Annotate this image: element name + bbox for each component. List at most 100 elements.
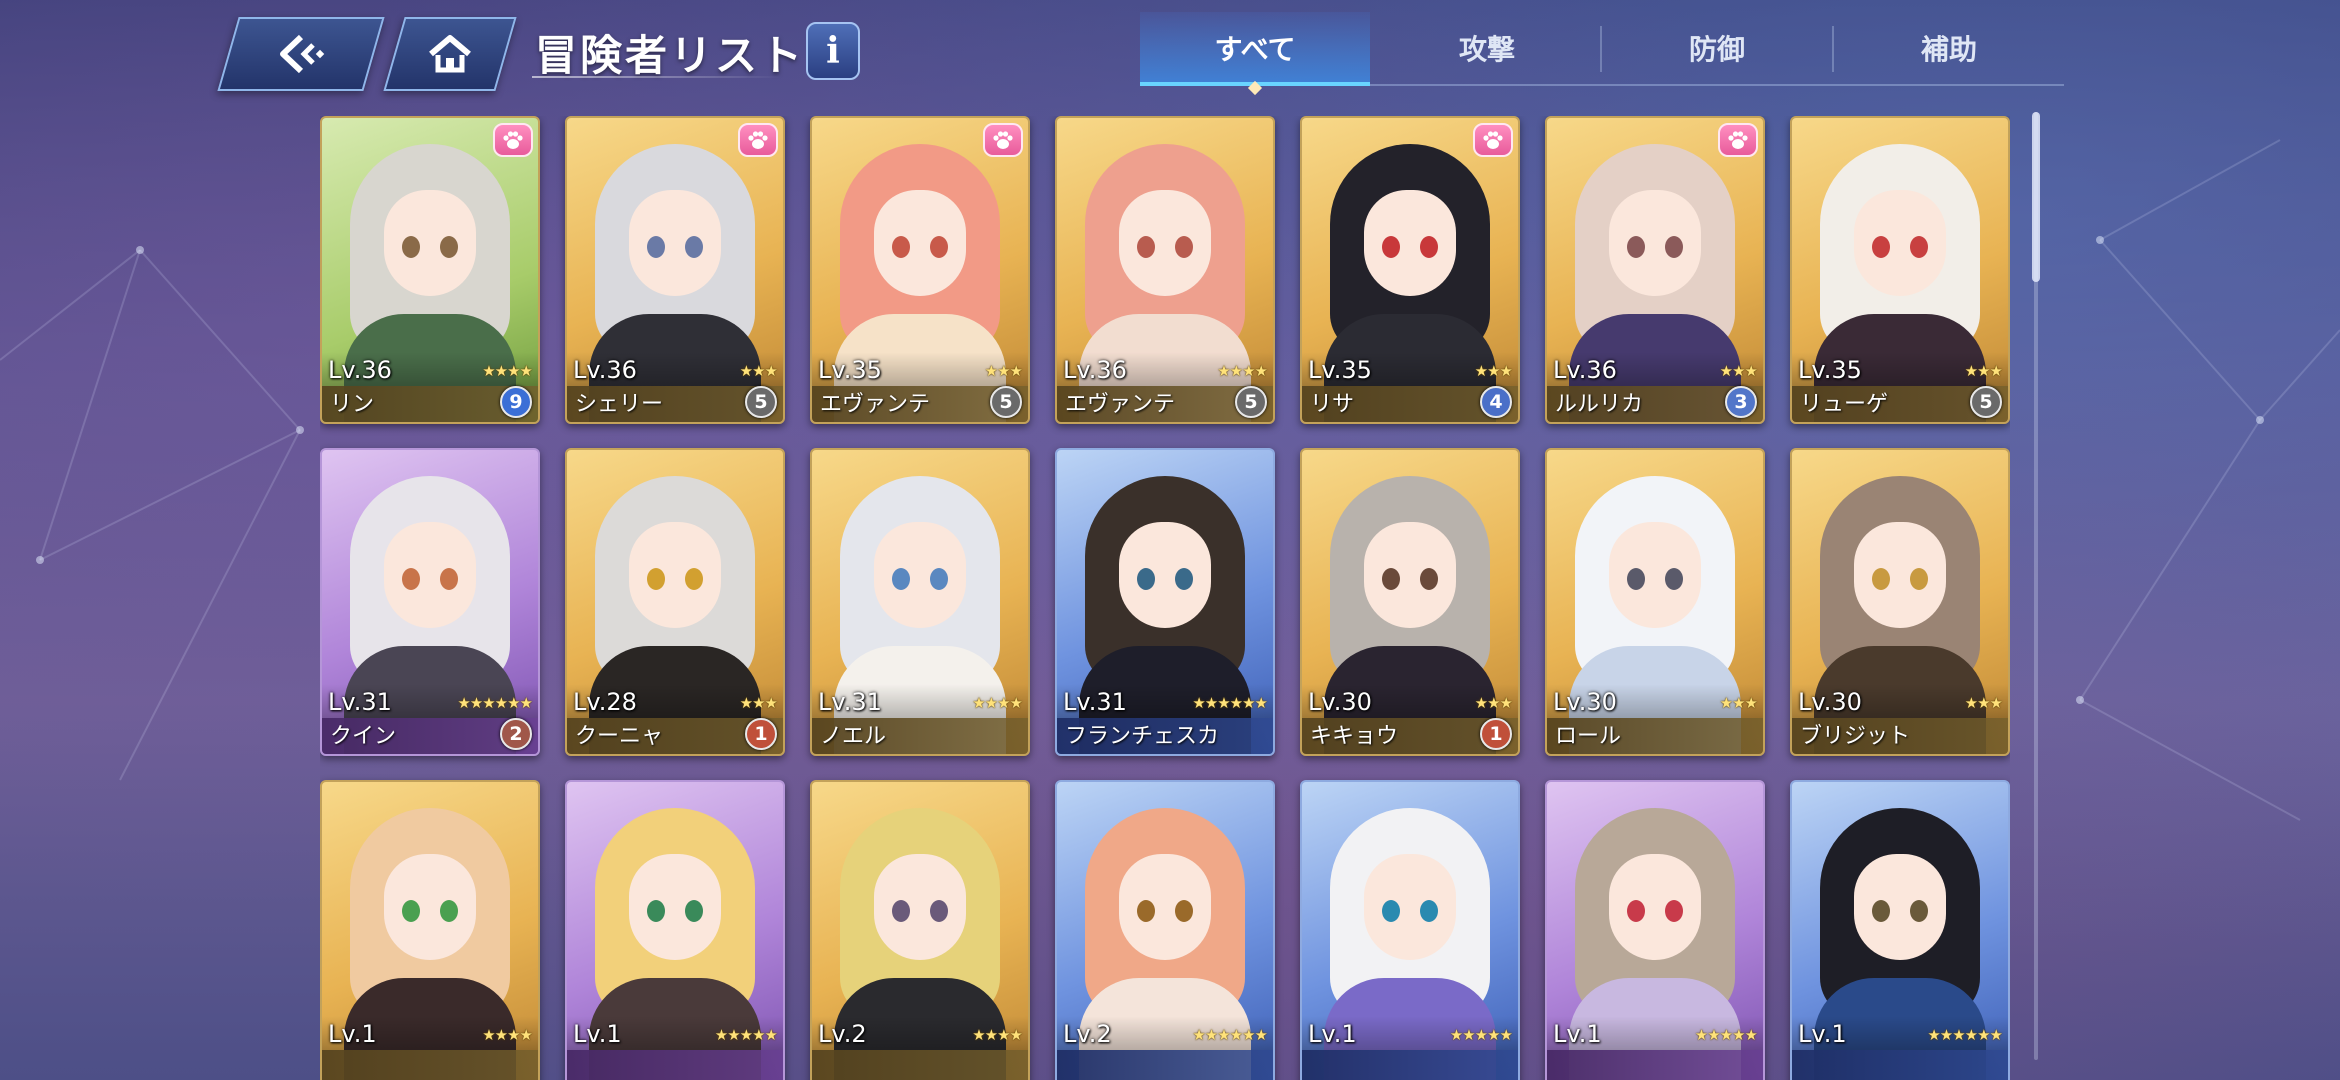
tab-support[interactable]: 補助 (1834, 12, 2064, 84)
character-name: リューゲ (1800, 392, 1889, 417)
level-label: Lv.36 (573, 356, 637, 384)
portrait-eye (440, 900, 458, 922)
level-label: Lv.31 (818, 688, 882, 716)
character-name: エヴァンテ (820, 392, 931, 417)
character-name: ブリジット (1800, 724, 1911, 749)
adventurer-card[interactable]: Lv.36 ★★★★ リン 9 (320, 116, 540, 424)
adventurer-card[interactable]: Lv.36 ★★★ ルルリカ 3 (1545, 116, 1765, 424)
portrait-eye (402, 900, 420, 922)
portrait-eye (1872, 900, 1890, 922)
portrait-face (629, 522, 721, 628)
portrait-eye (1627, 236, 1645, 258)
adventurer-card[interactable]: Lv.1 ★★★★★ (565, 780, 785, 1080)
character-name: ロール (1555, 724, 1622, 749)
portrait-eye (647, 900, 665, 922)
portrait-face (629, 854, 721, 960)
adventurer-card[interactable]: Lv.28 ★★★ クーニャ 1 (565, 448, 785, 756)
adventurer-card[interactable]: Lv.30 ★★★ ブリジット (1790, 448, 2010, 756)
adventurer-card[interactable]: Lv.1 ★★★★ (320, 780, 540, 1080)
name-bar (322, 1050, 538, 1080)
star-rating: ★★★ (1719, 362, 1758, 380)
adventurer-card[interactable]: Lv.36 ★★★★ エヴァンテ 5 (1055, 116, 1275, 424)
portrait-eye (685, 236, 703, 258)
count-badge: 5 (745, 386, 777, 418)
adventurer-card[interactable]: Lv.35 ★★★ リサ 4 (1300, 116, 1520, 424)
adventurer-card[interactable]: Lv.31 ★★★★★★ クイン 2 (320, 448, 540, 756)
adventurer-card[interactable]: Lv.31 ★★★★★★ フランチェスカ (1055, 448, 1275, 756)
portrait-face (629, 190, 721, 296)
tab-label: すべて (1214, 33, 1296, 66)
name-bar (1547, 1050, 1763, 1080)
tab-all[interactable]: すべて (1140, 12, 1370, 96)
level-label: Lv.31 (328, 688, 392, 716)
portrait-face (1364, 854, 1456, 960)
title-underline (532, 76, 782, 78)
tab-attack[interactable]: 攻撃 (1372, 12, 1602, 84)
portrait-eye (1420, 900, 1438, 922)
character-name: ノエル (820, 724, 887, 749)
level-label: Lv.1 (1308, 1020, 1357, 1048)
count-badge: 1 (1480, 718, 1512, 750)
star-rating: ★★★ (1474, 694, 1513, 712)
count-badge: 3 (1725, 386, 1757, 418)
portrait-eye (1175, 900, 1193, 922)
adventurer-card[interactable]: Lv.2 ★★★★ (810, 780, 1030, 1080)
adventurer-card[interactable]: Lv.35 ★★★ エヴァンテ 5 (810, 116, 1030, 424)
tab-defense[interactable]: 防御 (1602, 12, 1832, 84)
star-rating: ★★★ (1719, 694, 1758, 712)
paw-icon (1473, 123, 1513, 157)
portrait-face (1854, 190, 1946, 296)
portrait-face (874, 190, 966, 296)
portrait-face (1609, 190, 1701, 296)
count-badge: 5 (990, 386, 1022, 418)
portrait-eye (647, 568, 665, 590)
star-rating: ★★★ (1964, 362, 2003, 380)
character-name: リン (330, 392, 375, 417)
portrait-face (1364, 190, 1456, 296)
home-icon (429, 35, 471, 73)
adventurer-card[interactable]: Lv.30 ★★★ ロール (1545, 448, 1765, 756)
scrollbar-thumb[interactable] (2032, 112, 2040, 282)
portrait-face (1119, 522, 1211, 628)
info-icon: i (826, 30, 840, 72)
level-label: Lv.1 (1798, 1020, 1847, 1048)
adventurer-card[interactable]: Lv.36 ★★★ シェリー 5 (565, 116, 785, 424)
portrait-face (1854, 522, 1946, 628)
level-label: Lv.1 (573, 1020, 622, 1048)
star-rating: ★★★★ (972, 1026, 1023, 1044)
adventurer-card[interactable]: Lv.1 ★★★★★ (1300, 780, 1520, 1080)
portrait-face (384, 854, 476, 960)
home-button[interactable] (383, 17, 517, 91)
star-rating: ★★★★ (482, 362, 533, 380)
character-name: キキョウ (1310, 724, 1399, 749)
adventurer-card[interactable]: Lv.35 ★★★ リューゲ 5 (1790, 116, 2010, 424)
star-rating: ★★★ (1964, 694, 2003, 712)
level-label: Lv.36 (1553, 356, 1617, 384)
portrait-eye (402, 236, 420, 258)
back-button[interactable] (217, 17, 385, 91)
adventurer-card[interactable]: Lv.31 ★★★★ ノエル (810, 448, 1030, 756)
category-tabs: すべて 攻撃 防御 補助 (1140, 12, 2064, 96)
adventurer-card[interactable]: Lv.30 ★★★ キキョウ 1 (1300, 448, 1520, 756)
portrait-eye (1910, 236, 1928, 258)
paw-icon (1718, 123, 1758, 157)
adventurer-card[interactable]: Lv.1 ★★★★★★ (1790, 780, 2010, 1080)
adventurer-card[interactable]: Lv.1 ★★★★★ (1545, 780, 1765, 1080)
portrait-face (874, 522, 966, 628)
portrait-face (1119, 190, 1211, 296)
character-name: エヴァンテ (1065, 392, 1176, 417)
level-label: Lv.2 (818, 1020, 867, 1048)
level-label: Lv.1 (328, 1020, 377, 1048)
level-label: Lv.28 (573, 688, 637, 716)
level-label: Lv.1 (1553, 1020, 1602, 1048)
portrait-eye (1137, 900, 1155, 922)
paw-icon (738, 123, 778, 157)
portrait-eye (1627, 568, 1645, 590)
info-button[interactable]: i (806, 22, 860, 80)
adventurer-card[interactable]: Lv.2 ★★★★★★ (1055, 780, 1275, 1080)
name-bar (1057, 1050, 1273, 1080)
portrait-face (1854, 854, 1946, 960)
portrait-eye (1175, 568, 1193, 590)
portrait-eye (1137, 568, 1155, 590)
portrait-eye (1910, 900, 1928, 922)
